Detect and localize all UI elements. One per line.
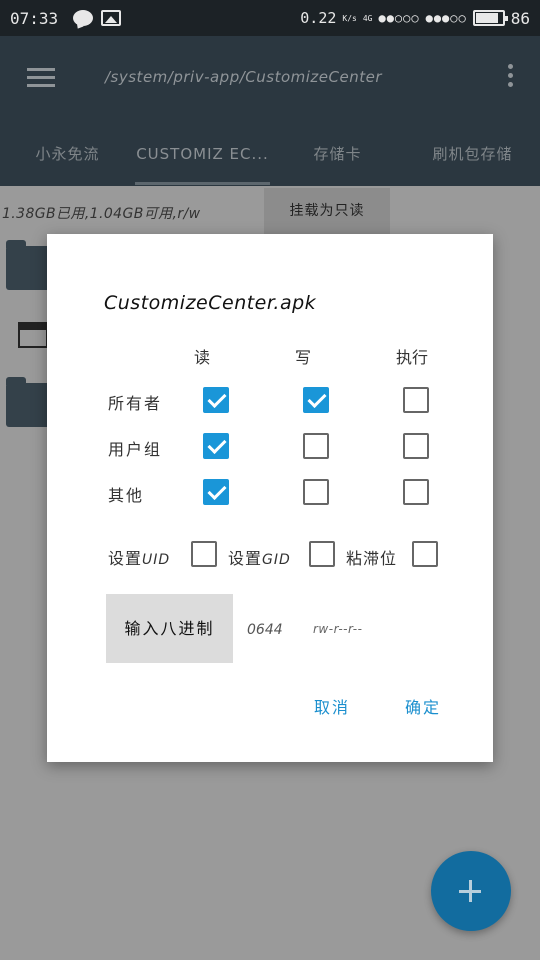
row-owner-label: 所有者 — [108, 394, 163, 413]
owner-read-checkbox[interactable] — [203, 387, 229, 413]
column-read: 读 — [193, 348, 210, 367]
octal-value: 0644 — [247, 622, 283, 638]
sticky-bit-checkbox[interactable] — [412, 541, 438, 567]
sticky-bit-label: 粘滞位 — [346, 549, 398, 568]
ok-button[interactable]: 确定 — [405, 694, 441, 718]
others-execute-checkbox[interactable] — [403, 479, 429, 505]
group-read-checkbox[interactable] — [203, 433, 229, 459]
dialog-title: CustomizeCenter.apk — [104, 292, 317, 314]
set-gid-label: 设置GID — [228, 549, 291, 568]
permissions-dialog: CustomizeCenter.apk 读 写 执行 所有者 用户组 其他 设置… — [47, 234, 493, 762]
set-uid-label: 设置UID — [108, 549, 171, 568]
enter-octal-button[interactable]: 输入八进制 — [106, 594, 233, 663]
row-group-label: 用户组 — [108, 440, 163, 459]
group-write-checkbox[interactable] — [303, 433, 329, 459]
group-execute-checkbox[interactable] — [403, 433, 429, 459]
others-write-checkbox[interactable] — [303, 479, 329, 505]
owner-execute-checkbox[interactable] — [403, 387, 429, 413]
add-fab-button[interactable] — [431, 851, 511, 931]
set-uid-checkbox[interactable] — [191, 541, 217, 567]
column-write: 写 — [294, 348, 311, 367]
others-read-checkbox[interactable] — [203, 479, 229, 505]
cancel-button[interactable]: 取消 — [314, 694, 350, 718]
permission-string: rw-r--r-- — [313, 622, 363, 636]
owner-write-checkbox[interactable] — [303, 387, 329, 413]
set-gid-checkbox[interactable] — [309, 541, 335, 567]
row-others-label: 其他 — [108, 486, 145, 505]
column-execute: 执行 — [395, 348, 428, 367]
